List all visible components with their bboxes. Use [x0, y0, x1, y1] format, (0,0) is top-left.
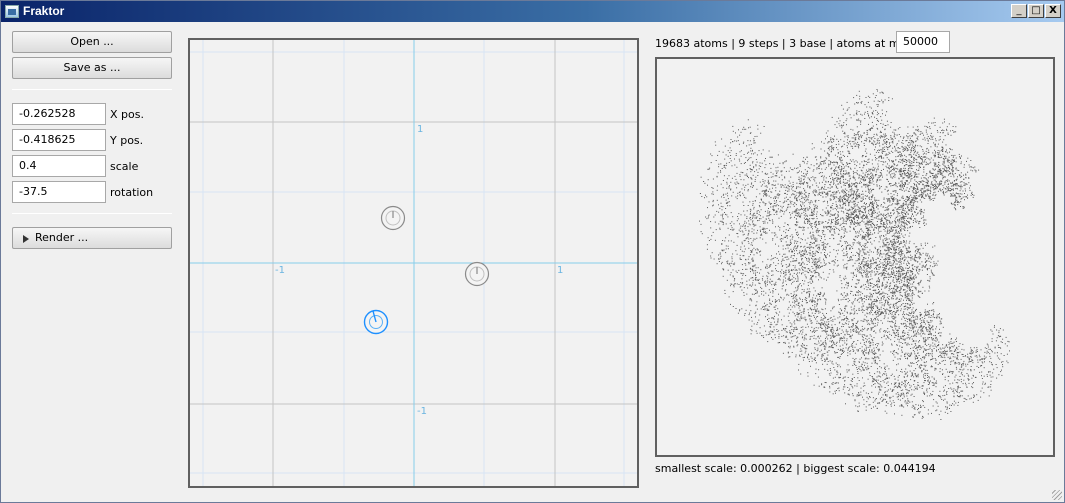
transform-editor-canvas[interactable]: 1 -1 -1 1: [188, 38, 639, 488]
axis-label-right: 1: [557, 265, 563, 276]
editor-svg[interactable]: 1 -1 -1 1: [190, 40, 637, 486]
x-pos-input[interactable]: -0.262528: [12, 103, 106, 125]
axis-label-left: -1: [275, 265, 285, 276]
fractal-points: [699, 89, 1010, 420]
rotation-label: rotation: [110, 186, 154, 199]
fractal-preview: [655, 57, 1055, 457]
app-icon: [5, 5, 19, 18]
maximize-button[interactable]: □: [1028, 4, 1044, 18]
main-window: Fraktor _ □ X Open ... Save as ... -0.26…: [0, 0, 1065, 503]
window-title: Fraktor: [23, 4, 65, 18]
scale-input[interactable]: 0.4: [12, 155, 106, 177]
transform-handle[interactable]: [380, 205, 406, 231]
render-label: Render ...: [35, 231, 89, 244]
render-button[interactable]: Render ...: [12, 227, 172, 249]
minimize-button[interactable]: _: [1011, 4, 1027, 18]
axis-label-top: 1: [417, 124, 423, 135]
separator: [12, 213, 172, 214]
rotation-input[interactable]: -37.5: [12, 181, 106, 203]
open-button[interactable]: Open ...: [12, 31, 172, 53]
separator: [12, 89, 172, 90]
axis-label-bottom: -1: [417, 406, 427, 417]
title-bar[interactable]: Fraktor _ □ X: [1, 1, 1064, 22]
y-pos-label: Y pos.: [110, 134, 144, 147]
save-as-button[interactable]: Save as ...: [12, 57, 172, 79]
x-pos-label: X pos.: [110, 108, 144, 121]
transform-handle[interactable]: [464, 261, 490, 287]
scale-summary: smallest scale: 0.000262 | biggest scale…: [655, 462, 936, 475]
axes: [190, 40, 637, 486]
scale-label: scale: [110, 160, 139, 173]
close-button[interactable]: X: [1045, 4, 1061, 18]
y-pos-input[interactable]: -0.418625: [12, 129, 106, 151]
expand-arrow-icon: [23, 235, 29, 243]
atoms-at-most-input[interactable]: 50000: [896, 31, 950, 53]
resize-grip-icon[interactable]: [1052, 490, 1062, 500]
fractal-svg: [699, 89, 1010, 420]
atoms-summary: 19683 atoms | 9 steps | 3 base | atoms a…: [655, 37, 921, 50]
transform-handle-active[interactable]: [363, 309, 389, 335]
